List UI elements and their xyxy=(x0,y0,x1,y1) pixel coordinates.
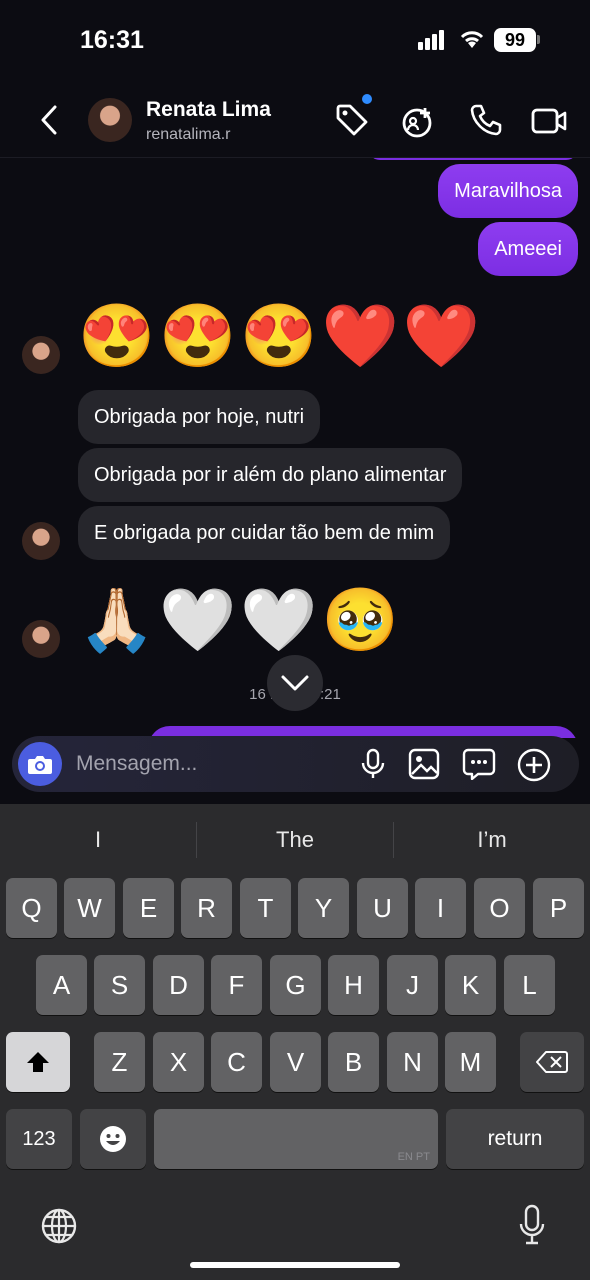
home-indicator[interactable] xyxy=(190,1262,400,1268)
previous-message-bubble xyxy=(368,158,578,160)
status-bar: 16:31 99 xyxy=(0,0,590,80)
image-icon[interactable] xyxy=(408,748,440,780)
outgoing-message[interactable]: Maravilhosa xyxy=(438,164,578,218)
battery-nub xyxy=(537,35,540,44)
incoming-message[interactable]: Obrigada por ir além do plano alimentar xyxy=(78,448,463,502)
chat-header: Renata Lima renatalima.r xyxy=(0,80,590,158)
message-text: Obrigada por hoje, nutri xyxy=(94,406,305,428)
suggestion-3[interactable]: I’m xyxy=(394,824,590,856)
key-b[interactable]: B xyxy=(328,1032,379,1092)
key-s[interactable]: S xyxy=(94,955,145,1015)
key-p[interactable]: P xyxy=(533,878,584,938)
add-people-icon[interactable] xyxy=(400,102,438,140)
key-v[interactable]: V xyxy=(270,1032,321,1092)
suggestion-2[interactable]: The xyxy=(197,824,393,856)
message-input[interactable] xyxy=(76,750,336,778)
globe-icon[interactable] xyxy=(40,1207,78,1245)
dictation-icon[interactable] xyxy=(518,1204,546,1246)
key-e[interactable]: E xyxy=(123,878,174,938)
space-bar[interactable]: EN PT xyxy=(154,1109,438,1169)
scroll-to-bottom-button[interactable] xyxy=(267,655,323,711)
cellular-signal-icon xyxy=(418,30,446,50)
key-t[interactable]: T xyxy=(240,878,291,938)
key-n[interactable]: N xyxy=(387,1032,438,1092)
message-text: Obrigada por ir além do plano alimentar xyxy=(94,464,447,486)
message-composer xyxy=(12,736,579,792)
wifi-icon xyxy=(460,31,484,48)
emoji-message[interactable]: 🙏🏻🤍🤍🥹 xyxy=(78,586,403,656)
key-g[interactable]: G xyxy=(270,955,321,1015)
backspace-icon xyxy=(536,1051,568,1073)
return-key[interactable]: return xyxy=(446,1109,584,1169)
key-c[interactable]: C xyxy=(211,1032,262,1092)
outgoing-message[interactable]: Ameeei xyxy=(478,222,578,276)
sender-avatar[interactable] xyxy=(22,336,60,374)
camera-icon xyxy=(28,756,52,774)
keyboard: I The I’m Q W E R T Y U I O P A S D F G … xyxy=(0,804,590,1280)
key-i[interactable]: I xyxy=(415,878,466,938)
key-h[interactable]: H xyxy=(328,955,379,1015)
emoji-icon xyxy=(100,1126,126,1152)
key-w[interactable]: W xyxy=(64,878,115,938)
contact-avatar[interactable] xyxy=(88,98,132,142)
shift-key[interactable] xyxy=(6,1032,70,1092)
key-q[interactable]: Q xyxy=(6,878,57,938)
numbers-key[interactable]: 123 xyxy=(6,1109,72,1169)
phone-icon[interactable] xyxy=(468,102,504,138)
key-f[interactable]: F xyxy=(211,955,262,1015)
contact-handle[interactable]: renatalima.r xyxy=(146,126,230,144)
key-k[interactable]: K xyxy=(445,955,496,1015)
emoji-message[interactable]: 😍😍😍❤️❤️ xyxy=(78,302,484,372)
sticker-icon[interactable] xyxy=(462,748,496,780)
message-text: Ameeei xyxy=(494,238,562,260)
key-z[interactable]: Z xyxy=(94,1032,145,1092)
key-u[interactable]: U xyxy=(357,878,408,938)
key-d[interactable]: D xyxy=(153,955,204,1015)
plus-circle-icon[interactable] xyxy=(517,748,551,782)
sender-avatar[interactable] xyxy=(22,522,60,560)
suggestion-1[interactable]: I xyxy=(0,824,196,856)
key-j[interactable]: J xyxy=(387,955,438,1015)
chevron-down-icon xyxy=(281,675,309,691)
emoji-key[interactable] xyxy=(80,1109,146,1169)
battery-indicator: 99 xyxy=(494,28,536,52)
tag-icon[interactable] xyxy=(334,102,370,138)
camera-button[interactable] xyxy=(18,742,62,786)
microphone-icon[interactable] xyxy=(360,748,386,780)
backspace-key[interactable] xyxy=(520,1032,584,1092)
status-time: 16:31 xyxy=(80,26,144,54)
key-a[interactable]: A xyxy=(36,955,87,1015)
key-r[interactable]: R xyxy=(181,878,232,938)
message-thread[interactable]: Maravilhosa Ameeei 😍😍😍❤️❤️ Obrigada por … xyxy=(0,158,590,738)
key-x[interactable]: X xyxy=(153,1032,204,1092)
incoming-message[interactable]: E obrigada por cuidar tão bem de mim xyxy=(78,506,451,560)
key-y[interactable]: Y xyxy=(298,878,349,938)
chevron-left-icon[interactable] xyxy=(38,104,60,136)
incoming-message[interactable]: Obrigada por hoje, nutri xyxy=(78,390,321,444)
message-text: Maravilhosa xyxy=(454,180,562,202)
keyboard-language-label: EN PT xyxy=(397,1151,430,1163)
sender-avatar[interactable] xyxy=(22,620,60,658)
video-icon[interactable] xyxy=(530,102,568,138)
contact-name[interactable]: Renata Lima xyxy=(146,98,271,122)
shift-icon xyxy=(27,1052,49,1072)
key-l[interactable]: L xyxy=(504,955,555,1015)
key-m[interactable]: M xyxy=(445,1032,496,1092)
key-o[interactable]: O xyxy=(474,878,525,938)
notification-dot xyxy=(362,94,372,104)
message-text: E obrigada por cuidar tão bem de mim xyxy=(94,522,435,544)
